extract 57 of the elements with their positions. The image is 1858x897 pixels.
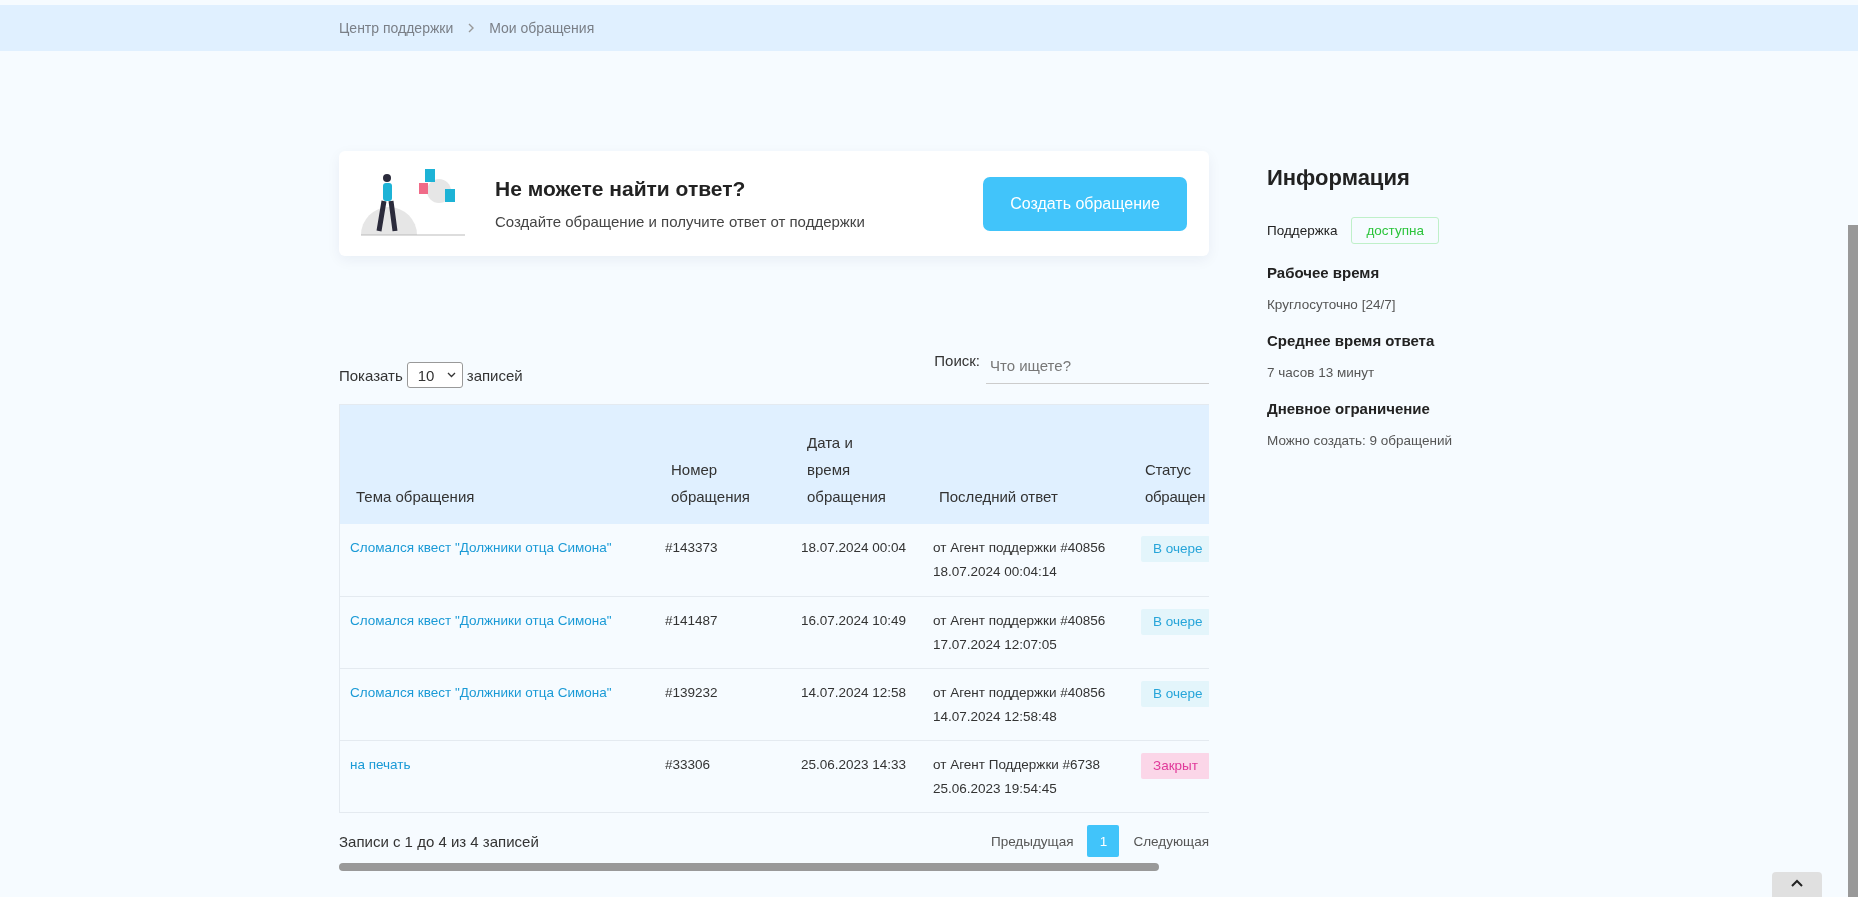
info-section-title: Рабочее время [1267,264,1381,281]
status-badge: Закрыт [1141,752,1209,779]
pagination-link[interactable]: Предыдущая [990,833,1074,849]
support-label: Поддержка [1267,223,1338,238]
column-header: Дата и время обращения [791,405,923,524]
search-field[interactable]: Что ищете? [986,348,1209,384]
ticket-link[interactable]: на печать [350,756,411,772]
last-reply-time: 25.06.2023 19:54:45 [933,780,1057,796]
last-reply-time: 17.07.2024 12:07:05 [933,636,1057,652]
last-reply-author: от Агент поддержки #40856 [933,684,1106,700]
ticket-number: #143373 [665,540,718,555]
banner-subtitle: Создайте обращение и получите ответ от поддержки [495,213,866,230]
info-section-title: Дневное ограничение [1267,400,1431,417]
last-reply-author: от Агент Поддержки #6738 [933,756,1101,772]
column-header: Статус обращен [1141,405,1209,524]
info-title: Информация [1267,165,1411,191]
column-header: Тема обращения [340,405,655,524]
ticket-date: 14.07.2024 12:58 [801,684,907,700]
create-ticket-button[interactable]: Создать обращение [983,176,1187,231]
last-reply-author: от Агент поддержки #40856 [933,540,1106,555]
chevron-right-icon [467,23,476,33]
records-info: Записи с 1 до 4 из 4 записей [339,832,539,850]
ticket-number: #139232 [665,684,718,700]
pagination-link[interactable]: Следующая [1133,833,1209,849]
support-status-badge: доступна [1351,217,1439,244]
breadcrumb-link[interactable]: Мои обращения [489,20,595,36]
info-section-value: 7 часов 13 минут [1267,365,1376,380]
info-section-value: Можно создать: 9 обращений [1267,433,1453,448]
column-header: Последний ответ [923,405,1141,524]
chevron-down-icon [446,372,456,378]
status-badge: В очере [1141,680,1209,707]
ticket-link[interactable]: Сломался квест "Должники отца Симона" [350,684,612,700]
info-section-value: Круглосуточно [24/7] [1267,297,1397,312]
ticket-date: 25.06.2023 14:33 [801,756,907,772]
status-badge: В очере [1141,608,1209,635]
page-scrollbar[interactable] [1848,225,1858,897]
info-section-title: Среднее время ответа [1267,332,1436,349]
last-reply-author: от Агент поддержки #40856 [933,612,1106,628]
breadcrumb-link[interactable]: Центр поддержки [339,20,454,36]
status-badge: В очере [1141,536,1209,562]
last-reply-time: 14.07.2024 12:58:48 [933,708,1057,724]
ticket-link[interactable]: Сломался квест "Должники отца Симона" [350,540,612,555]
show-label: Показать [339,366,403,384]
page-size-select[interactable]: 10 [406,362,463,388]
ticket-date: 16.07.2024 10:49 [801,612,907,628]
search-label: Поиск: [934,351,980,369]
page-button[interactable]: 1 [1087,825,1120,857]
caret-up-icon [1790,878,1804,888]
ticket-number: #33306 [665,756,711,772]
entries-label: записей [466,366,523,384]
ticket-number: #141487 [665,612,718,628]
horizontal-scrollbar[interactable] [339,863,1159,871]
banner-title: Не можете найти ответ? [495,177,747,201]
ticket-date: 18.07.2024 00:04 [801,540,907,555]
column-header: Номер обращения [655,405,791,524]
last-reply-time: 18.07.2024 00:04:14 [933,564,1057,579]
ticket-link[interactable]: Сломался квест "Должники отца Симона" [350,612,612,628]
